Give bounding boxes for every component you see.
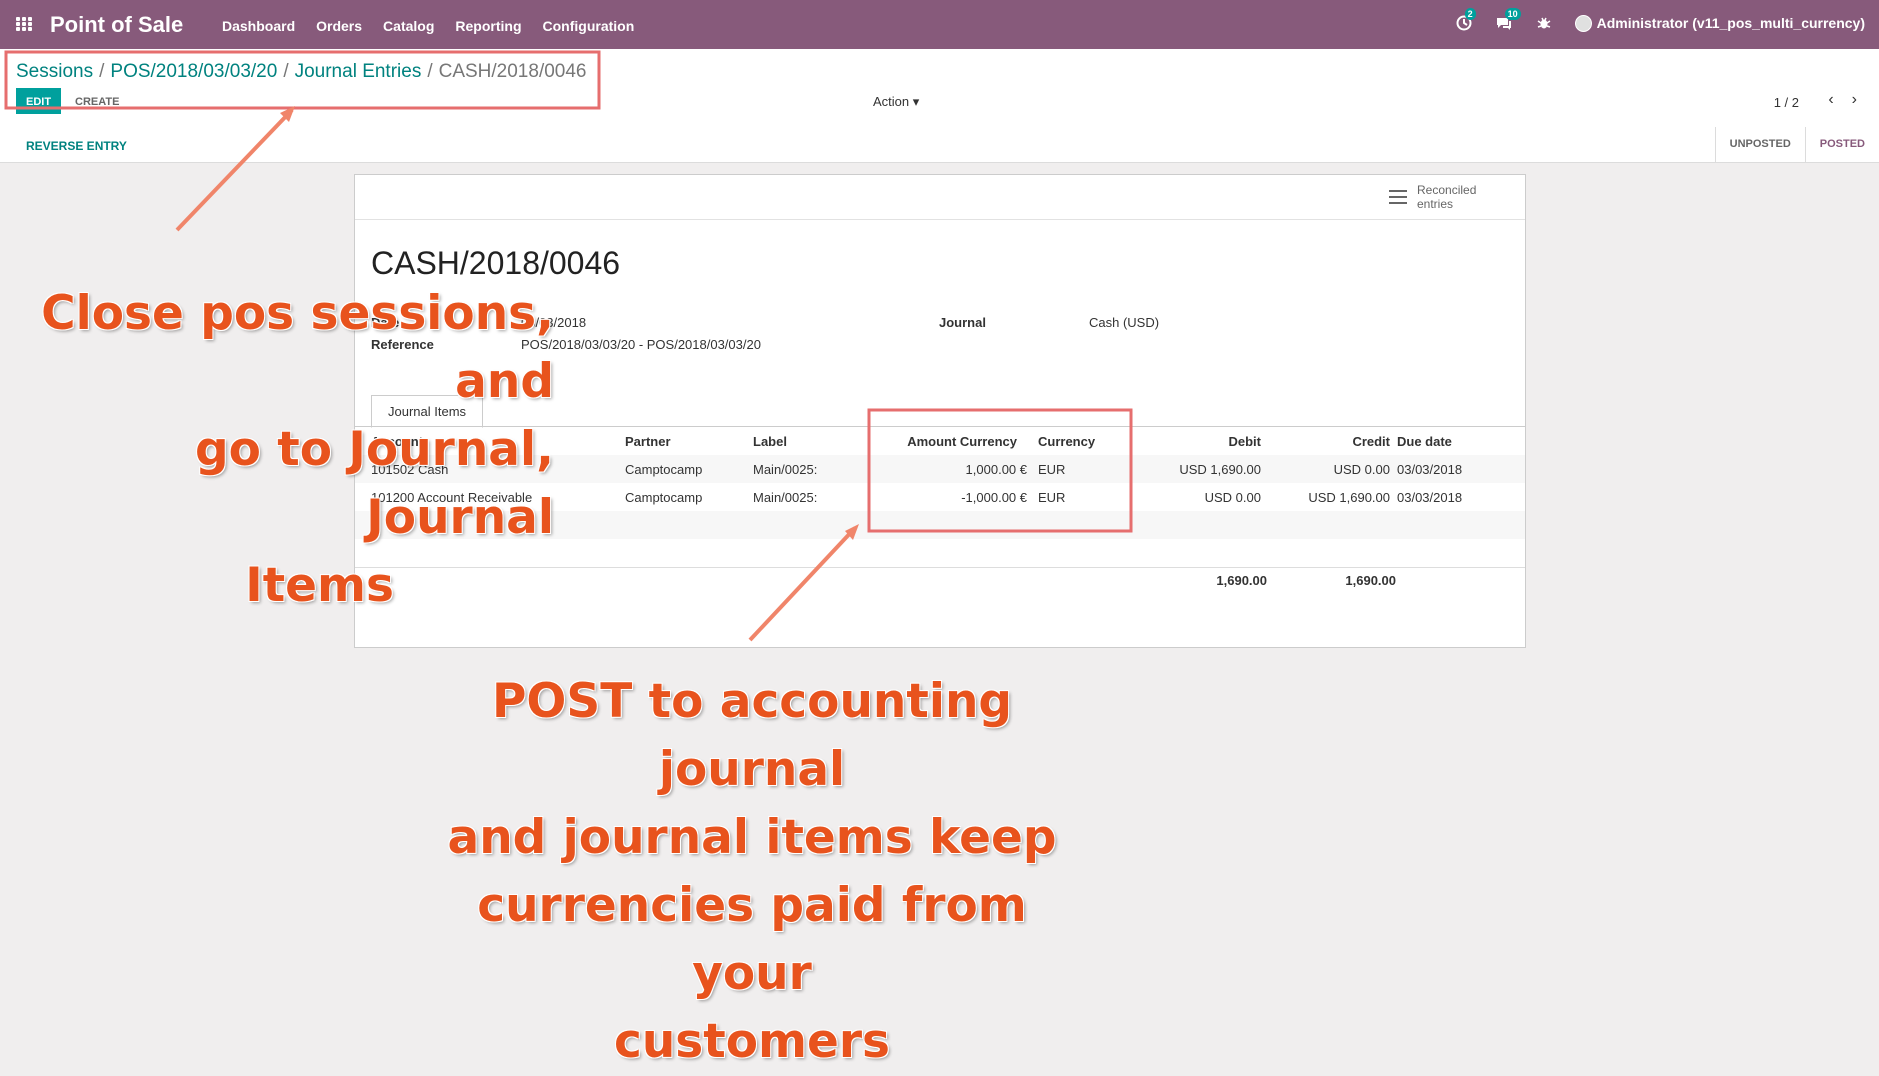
annotation-bottom-line: currencies paid from your: [477, 878, 1027, 1001]
cell-partner: Camptocamp: [625, 462, 703, 477]
edit-button[interactable]: EDIT: [16, 88, 62, 114]
main-menu: Dashboard Orders Catalog Reporting Confi…: [222, 18, 634, 34]
action-dropdown[interactable]: Action ▾: [873, 94, 919, 110]
apps-menu-icon[interactable]: [16, 17, 33, 32]
col-debit[interactable]: Debit: [1229, 434, 1262, 449]
pager-arrows: ‹ ›: [1828, 91, 1857, 109]
reconciled-entries-label: Reconciled entries: [1417, 183, 1477, 211]
caret-down-icon: ▾: [912, 94, 920, 109]
breadcrumb-current: CASH/2018/0046: [438, 61, 587, 82]
breadcrumb-journal-entries[interactable]: Journal Entries: [295, 61, 422, 83]
action-label: Action: [873, 94, 910, 109]
chevron-right-icon[interactable]: ›: [1852, 91, 1857, 109]
cell-due-date: 03/03/2018: [1397, 462, 1463, 477]
menu-catalog[interactable]: Catalog: [383, 18, 434, 34]
chevron-left-icon[interactable]: ‹: [1828, 91, 1833, 109]
list-icon: [1389, 190, 1407, 204]
record-title: CASH/2018/0046: [371, 245, 621, 281]
reconciled-entries-button[interactable]: Reconciled entries: [1389, 183, 1487, 211]
journal-value: Cash (USD): [1089, 315, 1160, 330]
annotation-bottom-line: POST to accounting journal: [491, 674, 1013, 797]
app-name[interactable]: Point of Sale: [50, 12, 183, 38]
breadcrumb-session[interactable]: POS/2018/03/03/20: [110, 61, 277, 83]
annotation-bottom: POST to accounting journal and journal i…: [410, 668, 1094, 1076]
avatar: [1574, 14, 1592, 32]
menu-orders[interactable]: Orders: [316, 18, 362, 34]
cell-debit: USD 0.00: [1204, 490, 1261, 505]
user-name: Administrator (v11_pos_multi_currency): [1596, 15, 1865, 31]
col-partner[interactable]: Partner: [625, 434, 671, 449]
cell-currency: EUR: [1038, 462, 1066, 477]
annotation-left-line: go to Journal, Journal: [195, 422, 554, 545]
cell-label: Main/0025:: [753, 490, 818, 505]
cell-credit: USD 1,690.00: [1308, 490, 1390, 505]
col-amount-currency[interactable]: Amount Currency: [907, 434, 1017, 449]
activity-clock-icon[interactable]: 2: [1455, 8, 1476, 32]
messages-chat-icon[interactable]: 10: [1495, 8, 1521, 32]
annotation-bottom-line: and journal items keep: [447, 810, 1057, 865]
cell-amount-currency: 1,000.00 €: [965, 462, 1027, 477]
col-currency[interactable]: Currency: [1038, 434, 1095, 449]
annotation-left-line: Close pos sessions, and: [41, 286, 554, 409]
messages-badge: 10: [1504, 8, 1521, 20]
button-box: Reconciled entries: [355, 175, 1525, 220]
activity-badge: 2: [1464, 8, 1476, 20]
annotation-left: Close pos sessions, and go to Journal, J…: [34, 280, 554, 620]
pager-value: 1 / 2: [1773, 95, 1799, 110]
annotation-left-line: Items: [245, 558, 394, 613]
state-posted[interactable]: POSTED: [1804, 127, 1879, 162]
col-due-date[interactable]: Due date: [1397, 434, 1452, 449]
user-menu[interactable]: Administrator (v11_pos_multi_currency): [1574, 14, 1865, 32]
cell-debit: USD 1,690.00: [1179, 462, 1261, 477]
cell-label: Main/0025:: [753, 462, 818, 477]
cell-currency: EUR: [1038, 490, 1066, 505]
cell-amount-currency: -1,000.00 €: [961, 490, 1027, 505]
annotation-bottom-line: customers: [613, 1014, 891, 1069]
reference-value: POS/2018/03/03/20 - POS/2018/03/03/20: [521, 337, 761, 352]
col-label[interactable]: Label: [753, 434, 787, 449]
top-navbar: Point of Sale Dashboard Orders Catalog R…: [0, 0, 1879, 49]
status-bar: REVERSE ENTRY UNPOSTED POSTED: [0, 127, 1879, 163]
menu-reporting[interactable]: Reporting: [455, 18, 521, 34]
menu-configuration[interactable]: Configuration: [543, 18, 635, 34]
reverse-entry-button[interactable]: REVERSE ENTRY: [26, 139, 127, 153]
breadcrumb: Sessions / POS/2018/03/03/20/ Journal Ent…: [16, 61, 587, 83]
state-unposted[interactable]: UNPOSTED: [1714, 127, 1805, 162]
col-credit[interactable]: Credit: [1352, 434, 1390, 449]
control-panel: Sessions / POS/2018/03/03/20/ Journal Ent…: [0, 49, 1879, 128]
journal-label: Journal: [939, 315, 986, 330]
total-debit: 1,690.00: [1216, 573, 1267, 588]
create-button[interactable]: CREATE: [75, 96, 119, 108]
cell-due-date: 03/03/2018: [1397, 490, 1463, 505]
cell-partner: Camptocamp: [625, 490, 703, 505]
state-selector: UNPOSTED POSTED: [1714, 127, 1879, 162]
debug-bug-icon[interactable]: [1535, 14, 1553, 32]
total-credit: 1,690.00: [1345, 573, 1396, 588]
cell-credit: USD 0.00: [1333, 462, 1390, 477]
systray: 2 10 Administrator (v11_pos_multi_curren…: [1455, 8, 1865, 32]
menu-dashboard[interactable]: Dashboard: [222, 18, 295, 34]
breadcrumb-sessions[interactable]: Sessions: [16, 61, 93, 83]
